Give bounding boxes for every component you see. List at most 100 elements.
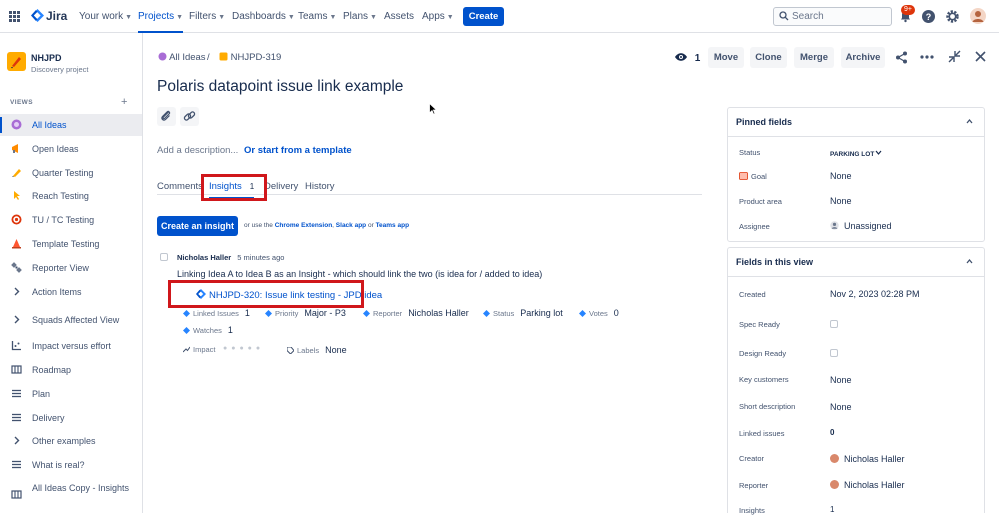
- field-value-reporter[interactable]: Nicholas Haller: [830, 480, 905, 490]
- create-insight-button[interactable]: Create an insight: [157, 216, 238, 236]
- meta-value: None: [325, 345, 347, 355]
- or-text: or: [367, 222, 374, 229]
- sidebar-item-roadmap[interactable]: Roadmap: [0, 359, 142, 381]
- description-area[interactable]: Add a description... Or start from a tem…: [157, 145, 352, 156]
- nav-filters[interactable]: Filters ▼: [189, 0, 225, 33]
- field-value-creator: Nicholas Haller: [830, 454, 905, 464]
- sidebar-item-delivery[interactable]: Delivery: [0, 407, 142, 429]
- chevron-up-icon[interactable]: [965, 117, 974, 126]
- issue-title[interactable]: Polaris datapoint issue link example: [157, 78, 403, 96]
- tag-icon: [287, 347, 294, 354]
- field-value-product-area[interactable]: None: [830, 196, 852, 206]
- pinned-fields-heading[interactable]: Pinned fields: [736, 108, 792, 136]
- jira-icon: [483, 310, 490, 317]
- nav-dashboards[interactable]: Dashboards ▼: [232, 0, 295, 33]
- help-icon[interactable]: ?: [921, 9, 936, 24]
- sidebar-item-label: Action Items: [32, 286, 82, 297]
- attach-button[interactable]: [157, 107, 176, 126]
- user-avatar-icon[interactable]: [970, 8, 986, 24]
- field-label-short-description: Short description: [739, 402, 796, 411]
- field-value-goal[interactable]: None: [830, 171, 852, 181]
- spec-ready-checkbox[interactable]: [830, 320, 838, 328]
- breadcrumb-all-ideas[interactable]: All Ideas: [158, 52, 206, 63]
- template-link[interactable]: Or start from a template: [244, 145, 352, 156]
- insight-select-checkbox[interactable]: [160, 253, 168, 261]
- sidebar-item-reporter-view[interactable]: Reporter View: [0, 257, 142, 279]
- nav-assets[interactable]: Assets: [384, 0, 414, 33]
- link-issue-button[interactable]: [180, 107, 199, 126]
- comma-text: ,: [332, 222, 334, 229]
- sidebar-item-reach-testing[interactable]: Reach Testing: [0, 185, 142, 207]
- meta-value: Major - P3: [304, 308, 346, 318]
- tab-history[interactable]: History: [305, 181, 335, 192]
- breadcrumb-root-label: All Ideas: [169, 52, 206, 63]
- clone-button[interactable]: Clone: [750, 47, 787, 68]
- meta-value: 0: [613, 308, 619, 318]
- field-label-spec-ready: Spec Ready: [739, 320, 780, 329]
- meta-votes: Votes 0: [579, 308, 619, 318]
- jira-logo[interactable]: Jira: [31, 0, 67, 33]
- sidebar-item-impact-versus-effort[interactable]: Impact versus effort: [0, 335, 142, 357]
- teams-app-link[interactable]: Teams app: [376, 222, 409, 229]
- insight-time: 5 minutes ago: [237, 253, 285, 262]
- breadcrumb-issue-key[interactable]: NHJPD-319: [219, 52, 281, 63]
- move-button[interactable]: Move: [708, 47, 744, 68]
- nav-projects[interactable]: Projects ▼: [138, 0, 184, 33]
- create-button[interactable]: Create: [463, 7, 504, 26]
- pointer-icon: [14, 191, 20, 200]
- project-name[interactable]: NHJPD: [31, 53, 62, 63]
- share-icon[interactable]: [895, 51, 908, 64]
- chevron-down-icon: ▼: [218, 14, 226, 21]
- nav-your-work[interactable]: Your work ▼: [79, 0, 132, 33]
- chrome-extension-link[interactable]: Chrome Extension: [275, 222, 332, 229]
- project-sidebar: NHJPD Discovery project VIEWS + All Idea…: [0, 33, 143, 513]
- sidebar-item-open-ideas[interactable]: Open Ideas: [0, 138, 142, 160]
- insight-text[interactable]: Linking Idea A to Idea B as an Insight -…: [177, 269, 542, 279]
- nav-apps[interactable]: Apps ▼: [422, 0, 454, 33]
- nav-teams[interactable]: Teams ▼: [298, 0, 336, 33]
- view-fields-heading[interactable]: Fields in this view: [736, 248, 813, 276]
- slack-app-link[interactable]: Slack app: [336, 222, 366, 229]
- meta-label: Priority: [275, 309, 299, 318]
- add-view-plus-icon[interactable]: +: [121, 96, 127, 108]
- sidebar-item-action-items[interactable]: Action Items: [0, 281, 142, 303]
- tab-comments[interactable]: Comments: [157, 181, 203, 192]
- sidebar-item-plan[interactable]: Plan: [0, 383, 142, 405]
- sidebar-item-other-examples[interactable]: Other examples: [0, 430, 142, 452]
- settings-gear-icon[interactable]: [945, 9, 960, 24]
- sidebar-item-all-ideas[interactable]: All Ideas: [0, 114, 142, 136]
- merge-button[interactable]: Merge: [794, 47, 834, 68]
- jira-icon: [579, 310, 586, 317]
- chevron-down-icon: ▼: [370, 14, 377, 21]
- sidebar-item-quarter-testing[interactable]: Quarter Testing: [0, 162, 142, 184]
- sidebar-item-squads-affected-view[interactable]: Squads Affected View: [0, 307, 142, 333]
- unassigned-avatar-icon: [830, 221, 839, 230]
- meta-impact: Impact: [183, 345, 216, 354]
- impact-rating-dots[interactable]: ●●●●●: [223, 345, 264, 352]
- archive-button[interactable]: Archive: [841, 47, 885, 68]
- sidebar-item-template-testing[interactable]: Template Testing: [0, 233, 142, 255]
- design-ready-checkbox[interactable]: [830, 349, 838, 357]
- app-switcher-icon[interactable]: [9, 0, 20, 33]
- sidebar-item-what-is-real[interactable]: What is real?: [0, 454, 142, 476]
- nav-filters-label: Filters: [189, 11, 217, 22]
- field-value-key-customers[interactable]: None: [830, 375, 852, 385]
- close-icon[interactable]: [975, 51, 986, 62]
- collapse-icon[interactable]: [948, 50, 961, 63]
- more-options-icon[interactable]: [920, 52, 934, 62]
- issue-key-label: NHJPD-319: [230, 52, 282, 63]
- sidebar-item-tu-tc-testing[interactable]: TU / TC Testing: [0, 209, 142, 231]
- nav-plans[interactable]: Plans ▼: [343, 0, 377, 33]
- search-input[interactable]: Search: [773, 7, 892, 26]
- field-value-short-description[interactable]: None: [830, 402, 852, 412]
- cone-icon: [12, 239, 21, 249]
- field-value-status[interactable]: PARKING LOT: [830, 148, 882, 158]
- tab-delivery[interactable]: Delivery: [264, 181, 298, 192]
- field-value-assignee[interactable]: Unassigned: [830, 221, 892, 231]
- watch-button[interactable]: 1: [674, 52, 700, 64]
- field-value-created: Nov 2, 2023 02:28 PM: [830, 289, 920, 299]
- jira-icon: [183, 327, 190, 334]
- sidebar-item-all-ideas-copy-insights[interactable]: All Ideas Copy - Insights: [0, 479, 142, 513]
- chevron-up-icon[interactable]: [965, 257, 974, 266]
- satellite-icon: [11, 262, 22, 273]
